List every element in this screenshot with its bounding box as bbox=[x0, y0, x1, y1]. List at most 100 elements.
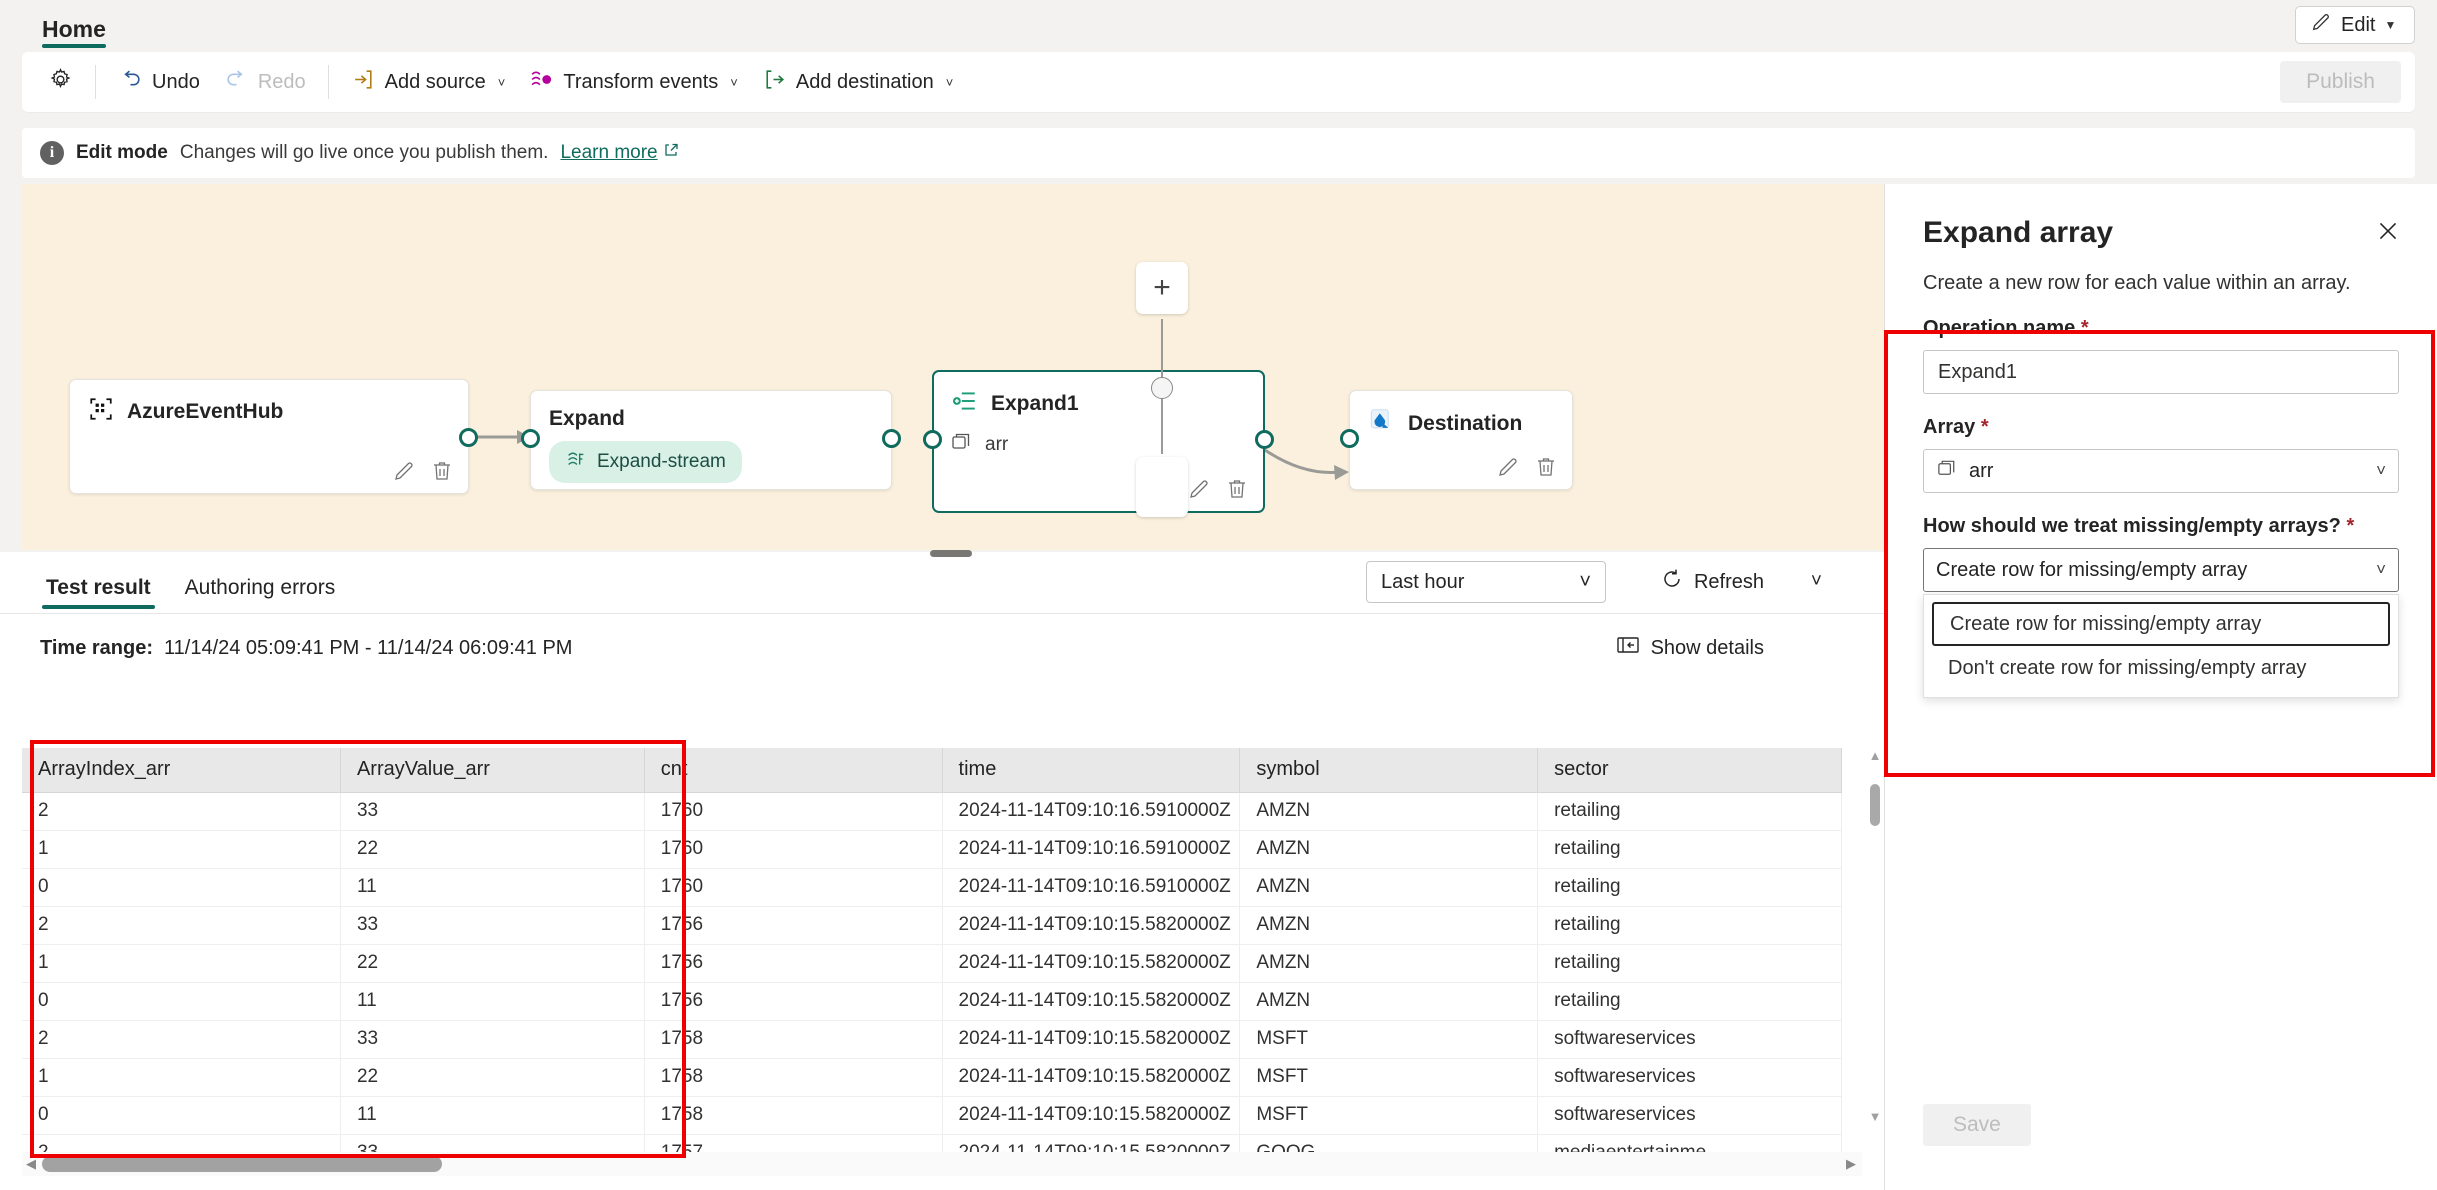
table-cell: 2024-11-14T09:10:15.5820000Z bbox=[942, 944, 1241, 983]
settings-button[interactable] bbox=[36, 61, 85, 103]
edit-icon[interactable] bbox=[392, 459, 416, 483]
undo-icon bbox=[118, 67, 143, 98]
tab-test-result[interactable]: Test result bbox=[40, 576, 157, 613]
dropdown-option-dont-create-row[interactable]: Don't create row for missing/empty array bbox=[1932, 646, 2390, 690]
eventhub-icon bbox=[88, 396, 114, 428]
flow-node-azureeventhub[interactable]: AzureEventHub bbox=[69, 379, 478, 494]
refresh-button[interactable]: Refresh bbox=[1660, 561, 1764, 603]
edit-mode-info-bar: i Edit mode Changes will go live once yo… bbox=[22, 128, 2415, 178]
table-row[interactable]: 2 33 1756 2024-11-14T09:10:15.5820000Z AMZN r… bbox=[22, 906, 1842, 945]
chevron-down-icon: ˅ bbox=[2376, 560, 2386, 579]
column-header-sector[interactable]: sector bbox=[1537, 748, 1842, 793]
flow-canvas[interactable]: AzureEventHub Expand Expand-stream Expan… bbox=[22, 184, 1884, 550]
dropdown-option-create-row[interactable]: Create row for missing/empty array bbox=[1932, 602, 2390, 646]
refresh-label: Refresh bbox=[1693, 570, 1764, 593]
table-row[interactable]: 1 22 1758 2024-11-14T09:10:15.5820000Z MSFT s… bbox=[22, 1058, 1842, 1097]
table-row[interactable]: 1 22 1760 2024-11-14T09:10:16.5910000Z AMZN r… bbox=[22, 830, 1842, 869]
table-row[interactable]: 0 11 1760 2024-11-14T09:10:16.5910000Z AMZN r… bbox=[22, 868, 1842, 907]
table-cell: 0 bbox=[22, 982, 341, 1021]
table-row[interactable]: 0 11 1758 2024-11-14T09:10:15.5820000Z MSFT s… bbox=[22, 1096, 1842, 1135]
edit-icon[interactable] bbox=[1187, 477, 1211, 501]
time-range-select[interactable]: Last hour ˅ bbox=[1366, 561, 1606, 603]
chevron-down-icon: ˅ bbox=[1579, 570, 1591, 593]
table-cell: 2024-11-14T09:10:16.5910000Z bbox=[942, 868, 1241, 907]
scroll-right-arrow[interactable]: ▶ bbox=[1846, 1156, 1856, 1172]
undo-button[interactable]: Undo bbox=[106, 61, 212, 103]
column-header-cnt[interactable]: cnt bbox=[644, 748, 943, 793]
table-row[interactable]: 0 11 1756 2024-11-14T09:10:15.5820000Z AMZN r… bbox=[22, 982, 1842, 1021]
zoom-out-button[interactable] bbox=[1136, 457, 1188, 517]
table-vertical-scrollbar[interactable]: ▲ ▼ bbox=[1866, 748, 1884, 1126]
close-icon[interactable] bbox=[2371, 214, 2405, 248]
learn-more-link[interactable]: Learn more bbox=[560, 142, 678, 164]
required-marker: * bbox=[1980, 416, 1989, 438]
table-cell: 2024-11-14T09:10:15.5820000Z bbox=[942, 982, 1241, 1021]
column-header-symbol[interactable]: symbol bbox=[1239, 748, 1539, 793]
delete-icon[interactable] bbox=[430, 459, 454, 483]
table-row[interactable]: 1 22 1756 2024-11-14T09:10:15.5820000Z AMZN r… bbox=[22, 944, 1842, 983]
node-input-port[interactable] bbox=[1340, 429, 1359, 448]
tab-home[interactable]: Home bbox=[34, 18, 114, 52]
expand-stream-chip[interactable]: Expand-stream bbox=[549, 441, 742, 483]
delete-icon[interactable] bbox=[1534, 455, 1558, 479]
edit-icon[interactable] bbox=[1496, 455, 1520, 479]
scroll-down-arrow[interactable]: ▼ bbox=[1866, 1109, 1884, 1124]
flow-node-destination[interactable]: Destination bbox=[1340, 390, 1573, 490]
edit-button[interactable]: Edit ▼ bbox=[2295, 6, 2415, 44]
delete-icon[interactable] bbox=[1225, 477, 1249, 501]
refresh-options-caret[interactable]: ˅ bbox=[1811, 561, 1822, 603]
operation-name-input[interactable] bbox=[1923, 350, 2399, 394]
table-cell: retailing bbox=[1537, 906, 1842, 945]
node-output-port[interactable] bbox=[882, 429, 901, 448]
time-range-value: 11/14/24 05:09:41 PM - 11/14/24 06:09:41… bbox=[164, 636, 573, 659]
zoom-in-button[interactable]: + bbox=[1136, 262, 1188, 314]
vertical-scroll-thumb[interactable] bbox=[1870, 784, 1880, 826]
table-cell: 2024-11-14T09:10:15.5820000Z bbox=[942, 1058, 1241, 1097]
table-cell: 1756 bbox=[644, 944, 943, 983]
table-horizontal-scrollbar[interactable]: ◀ ▶ bbox=[22, 1152, 1862, 1176]
horizontal-scroll-thumb[interactable] bbox=[42, 1156, 442, 1172]
node-output-port[interactable] bbox=[459, 428, 478, 447]
add-source-icon bbox=[351, 67, 376, 98]
column-header-arrayindex[interactable]: ArrayIndex_arr bbox=[22, 748, 341, 793]
scroll-up-arrow[interactable]: ▲ bbox=[1866, 748, 1884, 763]
table-cell: 1758 bbox=[644, 1020, 943, 1059]
add-source-button[interactable]: Add source ˅ bbox=[339, 61, 518, 103]
show-details-button[interactable]: Show details bbox=[1616, 635, 1764, 661]
node-chip-row: Expand-stream bbox=[531, 431, 891, 483]
expand-array-side-panel: Expand array Create a new row for each v… bbox=[1884, 184, 2437, 1190]
results-table-container[interactable]: ArrayIndex_arr ArrayValue_arr cnt time s… bbox=[22, 748, 1862, 1160]
field-operation-name: Operation name * bbox=[1923, 317, 2399, 394]
table-cell: AMZN bbox=[1239, 982, 1539, 1021]
table-cell: 1760 bbox=[644, 830, 943, 869]
flow-node-expand1[interactable]: Expand1 arr bbox=[923, 370, 1274, 513]
add-destination-button[interactable]: Add destination ˅ bbox=[750, 61, 965, 103]
missing-arrays-label: How should we treat missing/empty arrays… bbox=[1923, 515, 2399, 538]
table-cell: 1 bbox=[22, 830, 341, 869]
table-row[interactable]: 2 33 1758 2024-11-14T09:10:15.5820000Z MSFT s… bbox=[22, 1020, 1842, 1059]
array-select[interactable]: arr ˅ bbox=[1923, 449, 2399, 493]
edit-button-label: Edit bbox=[2341, 13, 2376, 36]
edit-mode-message: Changes will go live once you publish th… bbox=[179, 142, 549, 163]
toolbar-divider-2 bbox=[327, 65, 329, 99]
tab-authoring-errors[interactable]: Authoring errors bbox=[179, 576, 342, 613]
node-input-port[interactable] bbox=[521, 429, 540, 448]
column-header-arrayvalue[interactable]: ArrayValue_arr bbox=[340, 748, 645, 793]
flow-node-expand[interactable]: Expand Expand-stream bbox=[521, 390, 901, 490]
table-row[interactable]: 2 33 1760 2024-11-14T09:10:16.5910000Z AMZN r… bbox=[22, 792, 1842, 831]
column-header-time[interactable]: time bbox=[942, 748, 1241, 793]
transform-events-button[interactable]: Transform events ˅ bbox=[517, 61, 749, 103]
node-field-row: arr bbox=[950, 430, 1247, 460]
table-cell: retailing bbox=[1537, 944, 1842, 983]
node-input-port[interactable] bbox=[923, 430, 942, 449]
panel-splitter-handle[interactable] bbox=[930, 550, 972, 557]
scroll-left-arrow[interactable]: ◀ bbox=[26, 1156, 36, 1172]
node-field-label: arr bbox=[985, 434, 1009, 455]
node-output-port[interactable] bbox=[1255, 430, 1274, 449]
table-cell: softwareservices bbox=[1537, 1058, 1842, 1097]
missing-arrays-select[interactable]: Create row for missing/empty array ˅ bbox=[1923, 548, 2399, 592]
missing-arrays-select-value: Create row for missing/empty array bbox=[1936, 558, 2248, 581]
table-cell: retailing bbox=[1537, 792, 1842, 831]
zoom-slider-thumb[interactable] bbox=[1151, 377, 1173, 399]
show-details-label: Show details bbox=[1650, 636, 1764, 659]
